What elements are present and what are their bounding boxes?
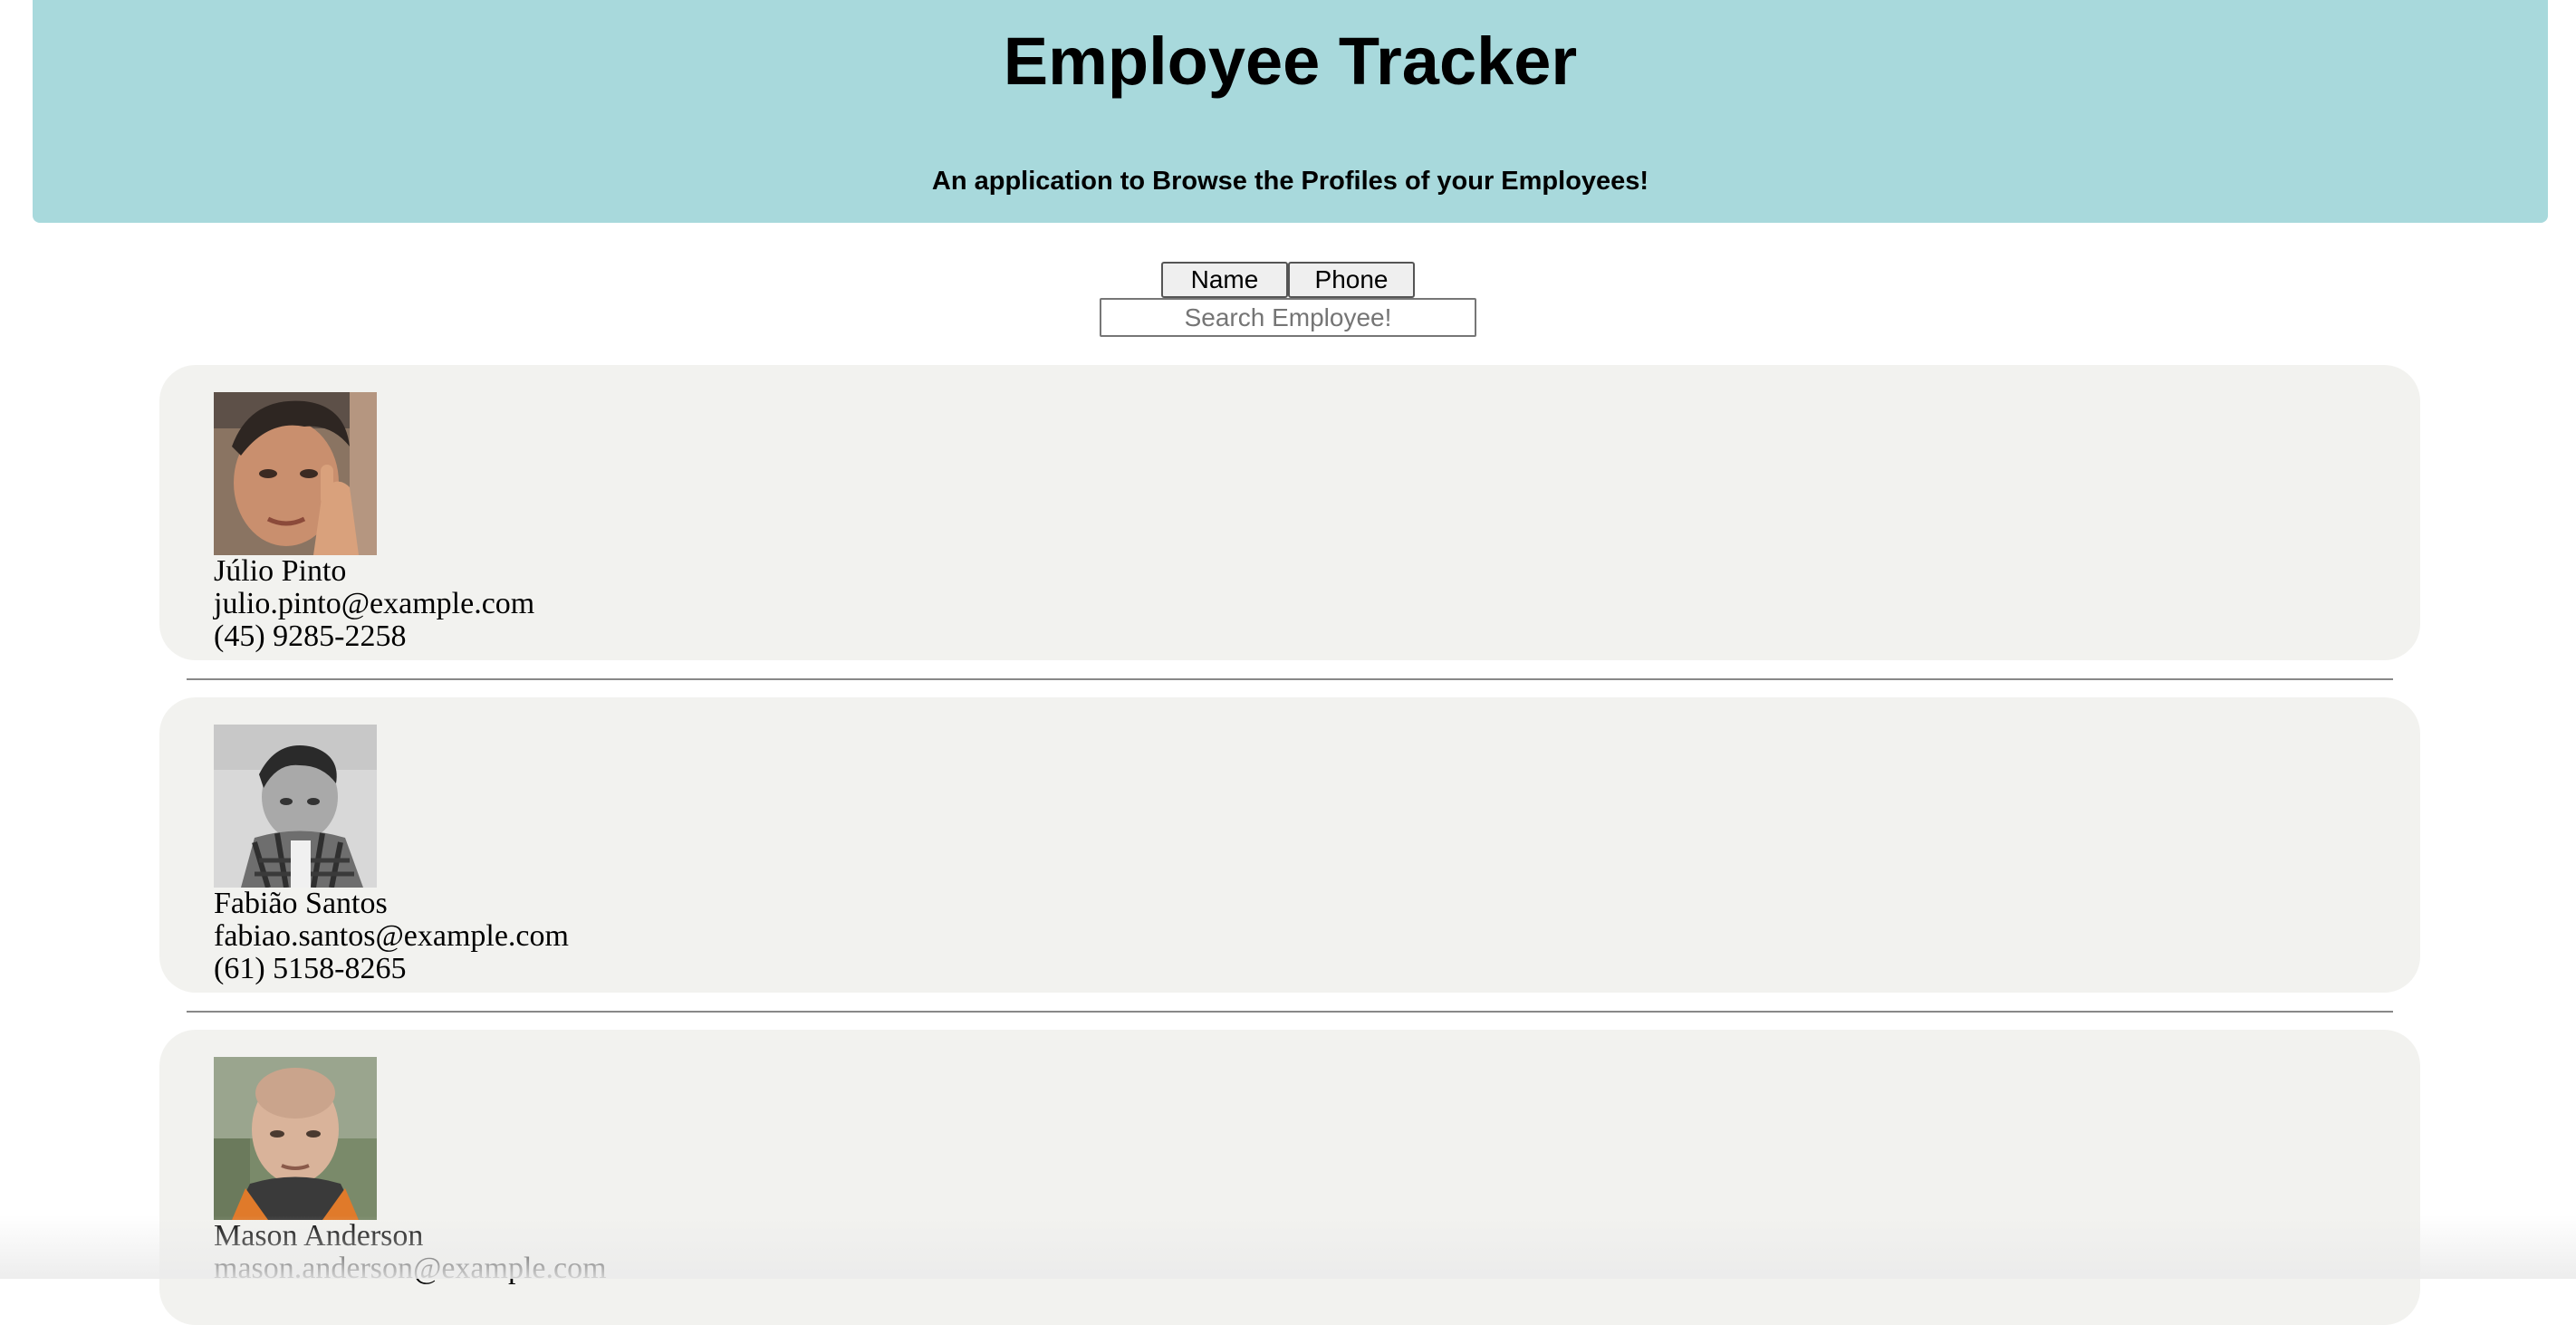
sort-by-phone-button[interactable]: Phone bbox=[1288, 262, 1415, 298]
app-header: Employee Tracker An application to Brows… bbox=[33, 0, 2548, 223]
employee-name: Fabião Santos bbox=[214, 887, 388, 920]
employee-card: Fabião Santos fabiao.santos@example.com … bbox=[159, 697, 2420, 993]
employee-name: Mason Anderson bbox=[214, 1219, 424, 1253]
divider bbox=[187, 678, 2393, 680]
employee-card: Júlio Pinto julio.pinto@example.com (45)… bbox=[159, 365, 2420, 660]
employee-photo bbox=[214, 392, 377, 555]
page-subtitle: An application to Browse the Profiles of… bbox=[931, 167, 1649, 196]
sort-buttons: Name Phone bbox=[0, 262, 2576, 298]
divider bbox=[187, 1011, 2393, 1013]
employee-photo bbox=[214, 1057, 377, 1220]
employee-card: Mason Anderson mason.anderson@example.co… bbox=[159, 1030, 2420, 1325]
employee-photo bbox=[214, 725, 377, 888]
employee-email: fabiao.santos@example.com bbox=[214, 919, 569, 953]
employee-phone: (45) 9285-2258 bbox=[214, 619, 407, 653]
search-input[interactable] bbox=[1100, 298, 1476, 337]
sort-by-name-button[interactable]: Name bbox=[1161, 262, 1288, 298]
page-title: Employee Tracker bbox=[1003, 24, 1578, 99]
search-controls: Name Phone bbox=[0, 262, 2576, 337]
employee-phone: (61) 5158-8265 bbox=[214, 952, 407, 985]
employee-email: mason.anderson@example.com bbox=[214, 1252, 607, 1285]
employee-email: julio.pinto@example.com bbox=[214, 587, 535, 620]
employee-list: Júlio Pinto julio.pinto@example.com (45)… bbox=[159, 365, 2420, 1325]
employee-name: Júlio Pinto bbox=[214, 554, 347, 588]
